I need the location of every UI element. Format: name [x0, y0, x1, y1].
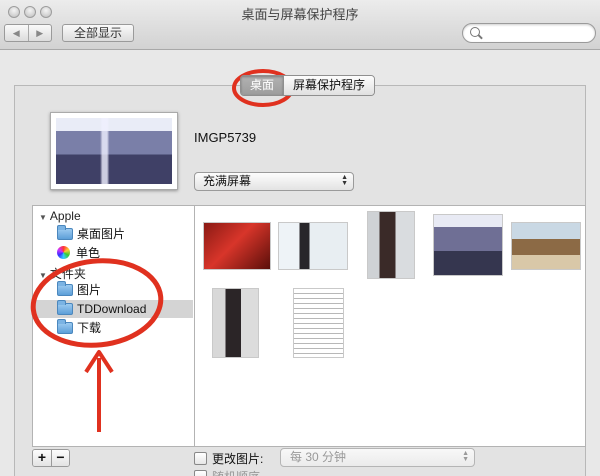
- nav-buttons: ◀ ▶: [4, 24, 52, 42]
- sidebar-item-solid-colors[interactable]: 单色: [33, 244, 193, 262]
- sidebar-item-desktop-pictures[interactable]: 桌面图片: [33, 224, 193, 243]
- wallpaper-thumbnail[interactable]: [203, 222, 271, 270]
- random-order-label: 随机顺序: [212, 468, 260, 476]
- wallpaper-thumbnail[interactable]: [433, 214, 503, 276]
- folder-icon: [57, 280, 73, 296]
- color-wheel-icon: [57, 246, 70, 260]
- disclosure-triangle-icon[interactable]: ▼: [39, 213, 47, 222]
- remove-folder-button[interactable]: −: [51, 450, 69, 466]
- wallpaper-thumbnail[interactable]: [511, 222, 581, 270]
- thumbnail-grid: [194, 205, 586, 447]
- group-apple-label: Apple: [49, 209, 81, 223]
- popup-arrows-icon: ▲ ▼: [341, 174, 348, 187]
- wallpaper-preview: [50, 112, 178, 190]
- sidebar-item-pictures[interactable]: 图片: [33, 280, 193, 299]
- fill-mode-value: 充满屏幕: [203, 174, 252, 188]
- interval-value: 每 30 分钟: [290, 450, 347, 464]
- add-folder-button[interactable]: +: [33, 450, 51, 466]
- wallpaper-thumbnail[interactable]: [212, 288, 259, 358]
- wallpaper-thumbnail[interactable]: [278, 222, 348, 270]
- group-folders-label: 文件夹: [49, 267, 86, 281]
- source-list: ▼ Apple 桌面图片 单色 ▼ 文件夹 图片 TDDownload 下载: [32, 205, 194, 447]
- search-icon: [470, 27, 480, 37]
- random-order-option[interactable]: 随机顺序: [194, 468, 260, 476]
- tab-screen-saver[interactable]: 屏幕保护程序: [283, 76, 375, 95]
- add-remove-buttons: + −: [32, 449, 70, 467]
- group-folders[interactable]: ▼ 文件夹: [39, 265, 86, 282]
- folder-icon: [57, 299, 73, 315]
- random-order-checkbox[interactable]: [194, 470, 207, 476]
- sidebar-item-label: TDDownload: [77, 302, 147, 316]
- search-input[interactable]: [462, 23, 596, 43]
- interval-select[interactable]: 每 30 分钟 ▲ ▼: [280, 448, 475, 467]
- wallpaper-thumbnail[interactable]: [367, 211, 415, 279]
- pane-tabs: 桌面 屏幕保护程序: [240, 75, 376, 96]
- change-picture-label: 更改图片:: [212, 452, 264, 466]
- tab-desktop[interactable]: 桌面: [241, 76, 284, 95]
- change-picture-checkbox[interactable]: [194, 452, 207, 465]
- back-button[interactable]: ◀: [5, 25, 28, 41]
- disclosure-triangle-icon[interactable]: ▼: [39, 271, 47, 280]
- show-all-button[interactable]: 全部显示: [62, 24, 134, 42]
- forward-button[interactable]: ▶: [27, 25, 52, 41]
- sidebar-item-label: 桌面图片: [77, 227, 126, 241]
- popup-arrows-icon: ▲ ▼: [462, 450, 469, 463]
- folder-icon: [57, 318, 73, 334]
- sidebar-item-tddownload[interactable]: TDDownload: [33, 299, 193, 318]
- title-bar: 桌面与屏幕保护程序 ◀ ▶ 全部显示: [0, 0, 600, 50]
- sidebar-item-downloads[interactable]: 下载: [33, 318, 193, 337]
- sidebar-item-label: 图片: [77, 283, 102, 297]
- sidebar-item-label: 下载: [77, 321, 102, 335]
- fill-mode-select[interactable]: 充满屏幕 ▲ ▼: [194, 172, 354, 191]
- wallpaper-filename: IMGP5739: [194, 130, 257, 145]
- folder-icon: [57, 224, 73, 240]
- group-apple[interactable]: ▼ Apple: [39, 209, 81, 223]
- sidebar-item-label: 单色: [76, 246, 101, 260]
- wallpaper-thumbnail[interactable]: [293, 288, 344, 358]
- window-title: 桌面与屏幕保护程序: [241, 7, 359, 22]
- change-picture-option[interactable]: 更改图片:: [194, 450, 263, 467]
- preview-image: [56, 118, 172, 184]
